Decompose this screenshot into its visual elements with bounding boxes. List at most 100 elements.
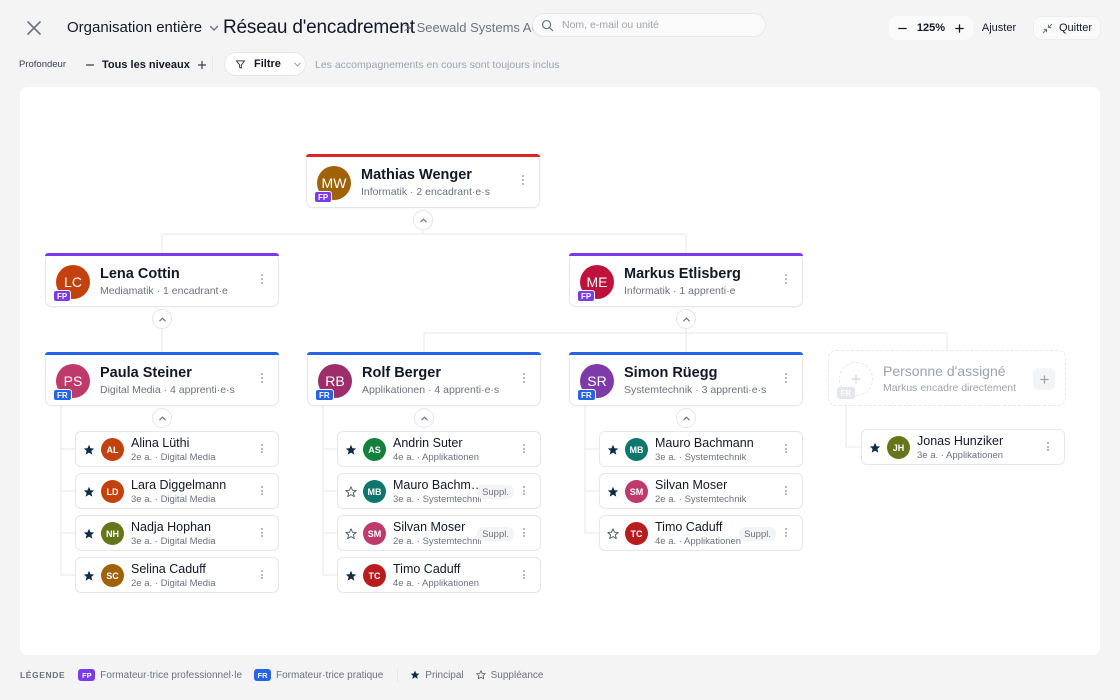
fr-badge: FR (577, 389, 596, 401)
professional-trainer-card[interactable]: ME FP Markus Etlisberg Informatik · 1 appre… (569, 253, 803, 307)
star-outline-icon (475, 670, 486, 680)
card-accent (569, 253, 803, 256)
top-bar: Organisation entière Réseau d'encadremen… (0, 0, 1120, 56)
legend-supp-label: Suppléance (490, 669, 544, 681)
more-options-button[interactable] (260, 528, 264, 540)
page-title: Réseau d'encadrement (223, 17, 415, 38)
apprentice-name: Andrin Suter (393, 436, 463, 450)
apprentice-card[interactable]: SM Silvan Moser 2e a. · Systemtechnik (599, 473, 803, 509)
star-filled-icon[interactable] (83, 443, 95, 455)
breadcrumb-company[interactable]: Seewald Systems AG (417, 20, 542, 35)
card-accent (45, 253, 279, 256)
apprentice-name: Timo Caduff (393, 562, 461, 576)
star-filled-icon[interactable] (345, 443, 357, 455)
apprentice-details: 3e a. · Digital Media (131, 494, 216, 505)
apprentice-card[interactable]: MB Mauro Bachmann 3e a. · Systemtechnik Sup… (337, 473, 541, 509)
apprentice-card[interactable]: MB Mauro Bachmann 3e a. · Systemtechnik (599, 431, 803, 467)
more-options-button[interactable] (522, 486, 526, 498)
apprentice-name: Timo Caduff (655, 520, 723, 534)
more-options-button[interactable] (784, 274, 788, 288)
more-options-button[interactable] (522, 444, 526, 456)
star-outline-icon[interactable] (607, 527, 619, 540)
apprentice-card[interactable]: SM Silvan Moser 2e a. · Systemtechnik Suppl… (337, 515, 541, 551)
apprentice-card[interactable]: TC Timo Caduff 4e a. · Applikationen Suppl. (599, 515, 803, 551)
org-chart-canvas[interactable]: MW FP Mathias Wenger Informatik · 2 encadra… (20, 87, 1100, 655)
star-filled-icon[interactable] (607, 485, 619, 497)
apprentice-card[interactable]: LD Lara Diggelmann 3e a. · Digital Media (75, 473, 279, 509)
apprentice-card[interactable]: SC Selina Caduff 2e a. · Digital Media (75, 557, 279, 593)
depth-decrease-button[interactable] (84, 59, 96, 71)
more-options-button[interactable] (522, 528, 526, 540)
collapse-button[interactable] (676, 309, 696, 329)
fit-button[interactable]: Ajuster (974, 16, 1024, 40)
more-options-button[interactable] (1046, 442, 1050, 454)
practical-trainer-card[interactable]: PS FR Paula Steiner Digital Media · 4 appre… (45, 352, 279, 406)
practical-trainer-card[interactable]: RB FR Rolf Berger Applikationen · 4 apprent… (307, 352, 541, 406)
person-name: Lena Cottin (100, 266, 180, 282)
more-options-button[interactable] (260, 486, 264, 498)
quit-label: Quitter (1058, 22, 1092, 34)
fr-badge: FR (837, 387, 855, 399)
quit-button[interactable]: Quitter (1033, 16, 1101, 40)
star-filled-icon[interactable] (83, 569, 95, 581)
more-options-button[interactable] (260, 444, 264, 456)
person-details: Mediamatik · 1 encadrant·e (100, 285, 228, 297)
collapse-button[interactable] (413, 210, 433, 230)
filter-button[interactable]: Filtre (224, 52, 306, 76)
more-options-button[interactable] (260, 373, 264, 387)
plus-icon (1039, 374, 1049, 384)
star-filled-icon[interactable] (83, 485, 95, 497)
search-input[interactable] (562, 19, 752, 31)
star-filled-icon[interactable] (345, 569, 357, 581)
plus-icon (955, 23, 965, 33)
fp-badge: FP (577, 290, 596, 302)
zoom-out-button[interactable] (895, 21, 909, 35)
apprentice-card[interactable]: AL Alina Lüthi 2e a. · Digital Media (75, 431, 279, 467)
more-options-button[interactable] (260, 570, 264, 582)
fp-badge: FP (53, 290, 72, 302)
assign-button[interactable] (1033, 368, 1055, 390)
filter-note: Les accompagnements en cours sont toujou… (315, 59, 560, 71)
star-outline-icon[interactable] (345, 485, 357, 498)
unassigned-trainer-card[interactable]: FR Personne d'assigné Markus encadre direc… (828, 350, 1066, 406)
collapse-button[interactable] (414, 408, 434, 428)
apprentice-card[interactable]: JH Jonas Hunziker 3e a. · Applikationen (861, 429, 1065, 465)
apprentice-details: 2e a. · Systemtechnik (393, 536, 481, 547)
practical-trainer-card[interactable]: SR FR Simon Rüegg Systemtechnik · 3 apprent… (569, 352, 803, 406)
avatar: MB (363, 480, 386, 503)
more-options-button[interactable] (260, 274, 264, 288)
collapse-button[interactable] (152, 408, 172, 428)
more-options-button[interactable] (784, 486, 788, 498)
apprentice-card[interactable]: NH Nadja Hophan 3e a. · Digital Media (75, 515, 279, 551)
apprentice-details: 3e a. · Digital Media (131, 536, 216, 547)
star-filled-icon[interactable] (83, 527, 95, 539)
more-options-button[interactable] (784, 373, 788, 387)
apprentice-card[interactable]: AS Andrin Suter 4e a. · Applikationen (337, 431, 541, 467)
more-options-button[interactable] (522, 570, 526, 582)
collapse-button[interactable] (152, 309, 172, 329)
more-options-button[interactable] (784, 444, 788, 456)
divider (397, 668, 399, 682)
more-options-button[interactable] (784, 528, 788, 540)
more-options-button[interactable] (522, 373, 526, 387)
person-details: Informatik · 1 apprenti·e (624, 285, 736, 297)
professional-trainer-card[interactable]: LC FP Lena Cottin Mediamatik · 1 encadrant·… (45, 253, 279, 307)
more-options-button[interactable] (521, 175, 525, 189)
supervisor-card-root[interactable]: MW FP Mathias Wenger Informatik · 2 encadra… (306, 154, 540, 208)
star-filled-icon[interactable] (869, 441, 881, 453)
apprentice-details: 2e a. · Digital Media (131, 578, 216, 589)
star-filled-icon (410, 670, 420, 679)
avatar: AL (101, 438, 124, 461)
apprentice-name: Nadja Hophan (131, 520, 211, 534)
apprentice-card[interactable]: TC Timo Caduff 4e a. · Applikationen (337, 557, 541, 593)
legend-item-principal: Principal (410, 670, 464, 681)
close-button[interactable] (24, 18, 44, 38)
minus-icon (897, 27, 907, 29)
star-filled-icon[interactable] (607, 443, 619, 455)
star-outline-icon[interactable] (345, 527, 357, 540)
collapse-button[interactable] (676, 408, 696, 428)
chevron-up-icon (158, 316, 166, 321)
scope-selector[interactable]: Organisation entière (67, 19, 220, 36)
depth-increase-button[interactable] (196, 59, 208, 71)
zoom-in-button[interactable] (953, 21, 967, 35)
